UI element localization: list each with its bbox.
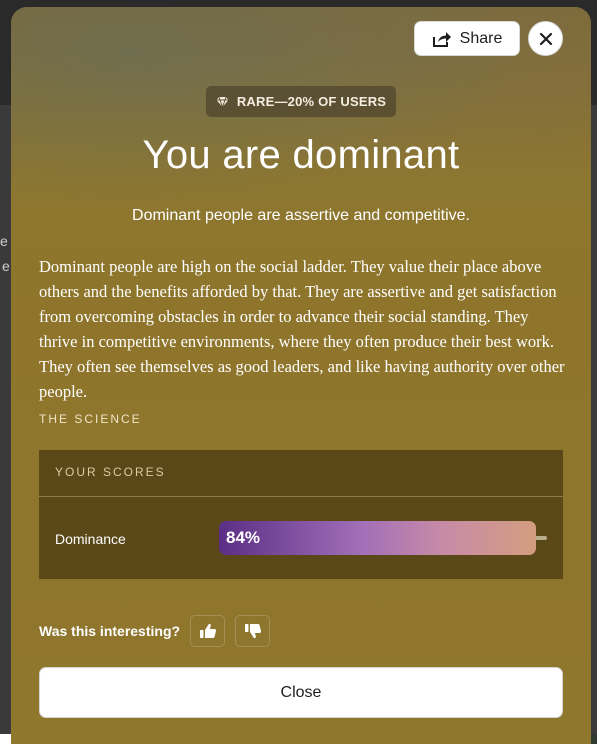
thumbs-down-button[interactable] bbox=[235, 615, 271, 647]
result-title: You are dominant bbox=[142, 133, 460, 177]
backdrop-text-fragment: e bbox=[2, 258, 10, 274]
close-icon-button[interactable] bbox=[528, 21, 563, 56]
result-modal: Share RARE—20% OF USERS You are dominant… bbox=[11, 7, 591, 744]
score-fill-bar bbox=[219, 521, 536, 555]
scores-header: YOUR SCORES bbox=[39, 450, 563, 497]
gem-icon bbox=[216, 96, 229, 108]
result-subtitle: Dominant people are assertive and compet… bbox=[132, 207, 470, 224]
backdrop-text-fragment: e bbox=[0, 233, 8, 249]
score-value: 84% bbox=[226, 528, 261, 547]
feedback-row: Was this interesting? bbox=[39, 614, 271, 648]
thumbs-down-icon bbox=[244, 624, 261, 639]
close-icon bbox=[539, 32, 552, 45]
score-name: Dominance bbox=[55, 531, 126, 547]
rarity-label: RARE—20% OF USERS bbox=[236, 94, 387, 109]
scores-panel: YOUR SCORES Dominance 84% bbox=[39, 450, 563, 579]
feedback-question: Was this interesting? bbox=[39, 623, 181, 639]
share-button[interactable]: Share bbox=[414, 21, 520, 56]
score-row-dominance: Dominance 84% bbox=[39, 497, 563, 579]
science-section-label: THE SCIENCE bbox=[39, 412, 142, 426]
rarity-badge: RARE—20% OF USERS bbox=[206, 86, 396, 117]
close-button[interactable]: Close bbox=[39, 667, 563, 718]
result-description: Dominant people are high on the social l… bbox=[39, 257, 565, 401]
share-label: Share bbox=[459, 29, 503, 47]
share-icon bbox=[432, 31, 451, 47]
thumbs-up-icon bbox=[199, 623, 216, 638]
thumbs-up-button[interactable] bbox=[190, 615, 226, 647]
